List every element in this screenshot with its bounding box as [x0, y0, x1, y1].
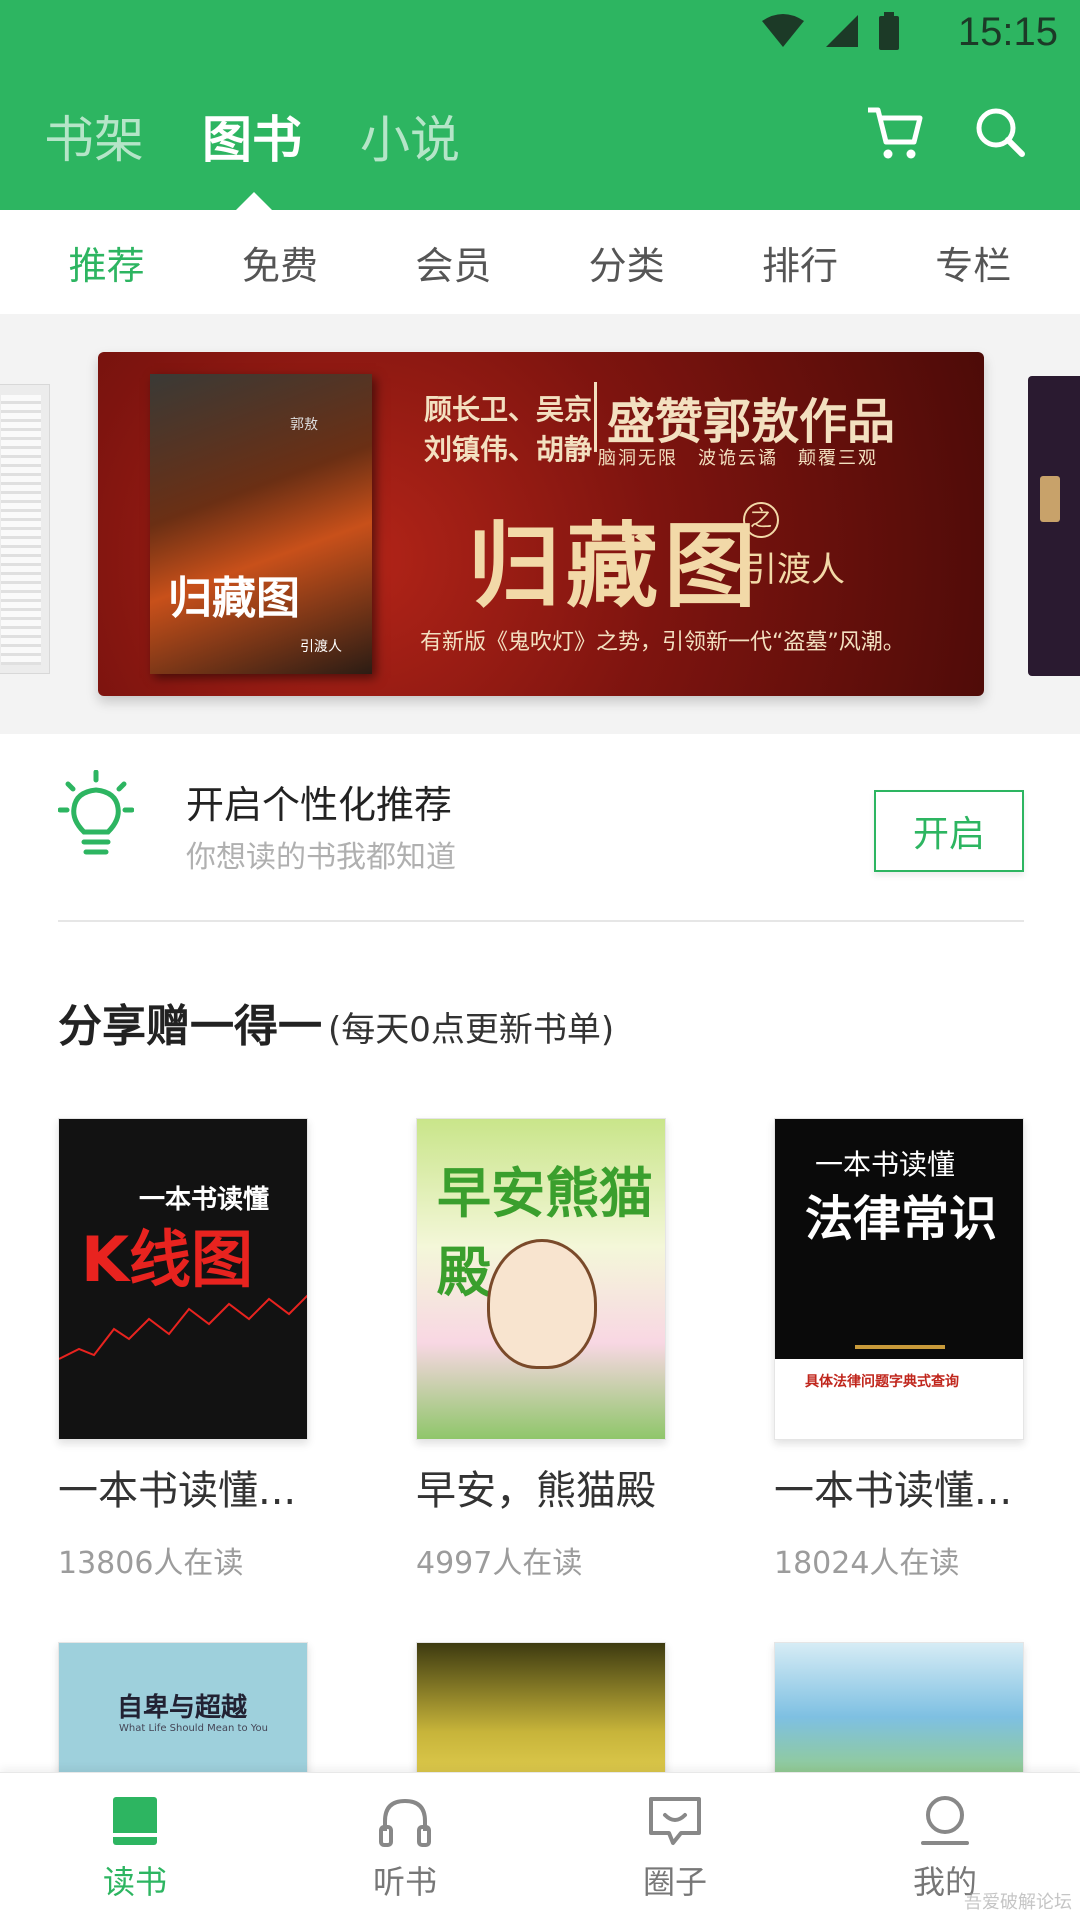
book-card[interactable]: 早安熊猫殿 早安，熊猫殿 4997人在读 [416, 1118, 666, 1581]
book-card[interactable]: 自卑与超越 What Life Should Mean to You [58, 1642, 308, 1792]
book-title[interactable]: 早安，熊猫殿 [416, 1458, 706, 1516]
book-card[interactable] [774, 1642, 1024, 1792]
app-header: 15:15 书架 图书 小说 [0, 0, 1080, 210]
tab-novels[interactable]: 小说 [360, 100, 460, 172]
banner-zhi: 之 [743, 502, 779, 538]
nav-label: 圈子 [642, 1863, 707, 1901]
profile-icon [921, 1796, 969, 1845]
banner-book-subtitle: 引渡人 [300, 639, 342, 655]
banner-book-title: 归藏图 [168, 573, 300, 624]
cover-footer: 具体法律问题字典式查询 [775, 1359, 1023, 1439]
lightbulb-icon [58, 770, 134, 855]
subtab-category[interactable]: 分类 [579, 235, 675, 290]
book-card[interactable]: 一本书读懂 法律常识 具体法律问题字典式查询 一本书读懂... 18024人在读 [774, 1118, 1024, 1581]
cover-text: 具体法律问题字典式查询 [805, 1374, 959, 1390]
book-card[interactable] [416, 1642, 666, 1792]
book-cover[interactable]: 一本书读懂 K线图 [58, 1118, 308, 1440]
cover-text: 一本书读懂 [815, 1148, 956, 1181]
cover-text: 法律常识 [805, 1191, 998, 1247]
subtab-free[interactable]: 免费 [232, 235, 328, 290]
active-tab-indicator [236, 192, 272, 210]
cart-icon[interactable] [864, 104, 924, 162]
banner-tagline: 有新版《鬼吹灯》之势，引领新一代“盗墓”风潮。 [420, 630, 905, 655]
book-cover[interactable]: 自卑与超越 What Life Should Mean to You [58, 1642, 308, 1792]
banner-authors-line1: 顾长卫、吴京 [424, 393, 593, 426]
banner-carousel[interactable]: 郭敖 引渡人 归藏图 顾长卫、吴京 刘镇伟、胡静 盛赞郭敖作品 脑洞无限 波诡云… [0, 314, 1080, 734]
book-title[interactable]: 一本书读懂... [58, 1458, 348, 1516]
headphones-icon [379, 1798, 431, 1847]
personalization-subtitle: 你想读的书我都知道 [186, 840, 456, 875]
signal-icon [826, 15, 858, 47]
search-icon[interactable] [972, 104, 1028, 160]
banner-prev-card[interactable] [0, 384, 50, 674]
section-title: 分享赠一得一 (每天0点更新书单) [58, 990, 614, 1054]
book-card[interactable]: 一本书读懂 K线图 一本书读懂... 13806人在读 [58, 1118, 308, 1581]
cover-text: What Life Should Mean to You [119, 1723, 268, 1734]
book-cover[interactable] [774, 1642, 1024, 1792]
banner-main-card[interactable]: 郭敖 引渡人 归藏图 顾长卫、吴京 刘镇伟、胡静 盛赞郭敖作品 脑洞无限 波诡云… [98, 352, 984, 696]
chat-icon [649, 1797, 701, 1845]
cover-illustration [487, 1239, 597, 1369]
tab-bookshelf[interactable]: 书架 [44, 100, 144, 172]
banner-praise: 盛赞郭敖作品 [594, 382, 895, 452]
book-readers: 18024人在读 [774, 1546, 960, 1581]
divider [58, 920, 1024, 922]
top-tabs: 书架 图书 小说 [44, 100, 460, 172]
status-time: 15:15 [957, 10, 1058, 54]
subtab-ranking[interactable]: 排行 [752, 235, 848, 290]
banner-authors-line2: 刘镇伟、胡静 [424, 433, 593, 466]
banner-subtitle: 引渡人 [743, 550, 845, 590]
book-readers: 4997人在读 [416, 1546, 583, 1581]
enable-personalization-button[interactable]: 开启 [874, 790, 1024, 872]
subtab-column[interactable]: 专栏 [925, 235, 1021, 290]
banner-book-author: 郭敖 [290, 417, 318, 433]
cover-text: 自卑与超越 [117, 1693, 248, 1723]
banner-next-card[interactable] [1028, 376, 1080, 676]
book-cover[interactable]: 早安熊猫殿 [416, 1118, 666, 1440]
watermark: 吾爱破解论坛 [964, 1892, 1072, 1913]
subtab-recommend[interactable]: 推荐 [59, 235, 155, 290]
nav-circle[interactable]: 圈子 [540, 1773, 810, 1920]
book-readers: 13806人在读 [58, 1546, 244, 1581]
status-icons [760, 12, 900, 50]
bottom-nav: 读书 听书 圈子 我的 吾爱破解论坛 [0, 1772, 1080, 1920]
personalization-row: 开启个性化推荐 你想读的书我都知道 开启 [58, 770, 1024, 920]
section-note: (每天0点更新书单) [328, 1010, 615, 1050]
cover-text: K线图 [81, 1223, 254, 1296]
book-cover[interactable]: 一本书读懂 法律常识 具体法律问题字典式查询 [774, 1118, 1024, 1440]
banner-authors: 顾长卫、吴京 刘镇伟、胡静 [424, 390, 592, 470]
cover-illustration [855, 1269, 945, 1349]
book-icon [113, 1797, 157, 1845]
sub-tabs: 推荐 免费 会员 分类 排行 专栏 [0, 210, 1080, 314]
subtab-member[interactable]: 会员 [405, 235, 501, 290]
battery-icon [879, 12, 899, 50]
section-title-text: 分享赠一得一 [58, 1001, 322, 1052]
tab-books[interactable]: 图书 [202, 100, 302, 172]
banner-big-title: 归藏图 [468, 512, 763, 620]
banner-book-cover: 郭敖 引渡人 [150, 374, 372, 674]
wifi-icon [762, 14, 804, 47]
personalization-title: 开启个性化推荐 [186, 783, 453, 827]
cover-chart-graphic [59, 1294, 307, 1360]
nav-listen[interactable]: 听书 [270, 1773, 540, 1920]
book-cover[interactable] [416, 1642, 666, 1792]
nav-label: 读书 [102, 1863, 167, 1901]
nav-read[interactable]: 读书 [0, 1773, 270, 1920]
book-title[interactable]: 一本书读懂... [774, 1458, 1064, 1516]
banner-keywords: 脑洞无限 波诡云谲 颠覆三观 [598, 448, 878, 469]
nav-label: 听书 [372, 1863, 437, 1901]
